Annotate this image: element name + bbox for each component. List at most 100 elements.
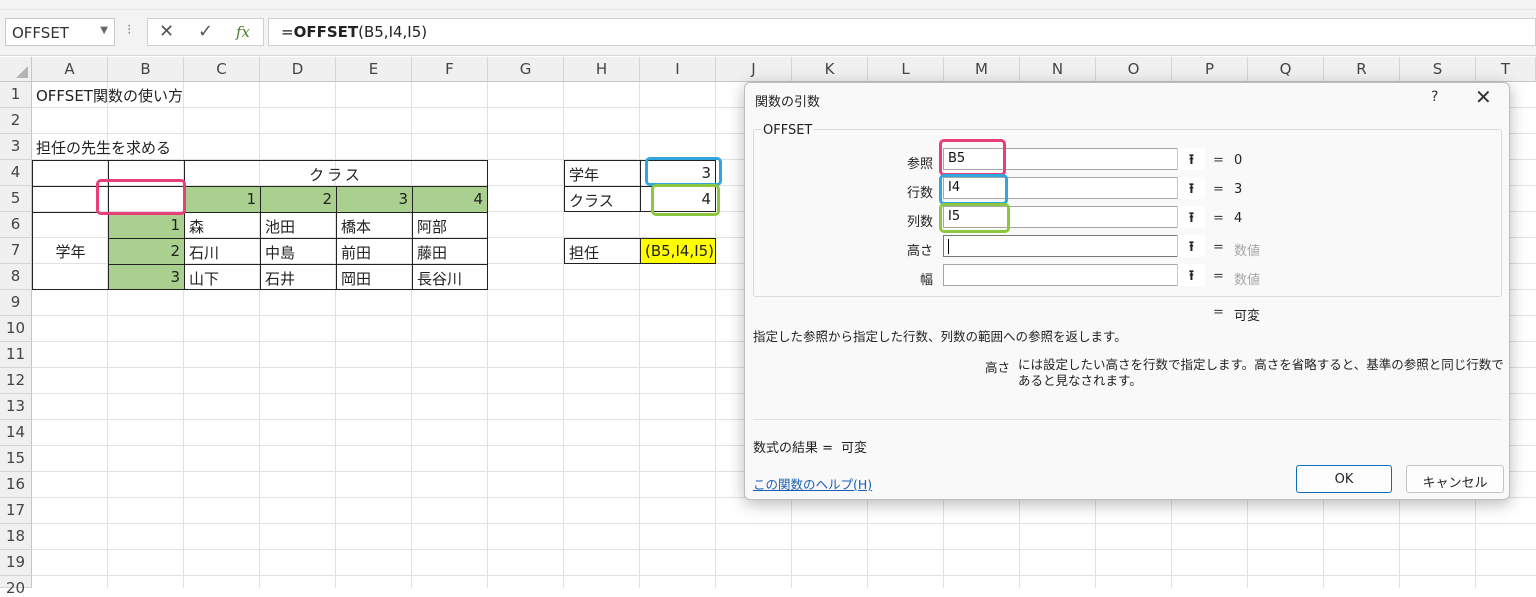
- arg-label-width: 幅: [919, 273, 933, 288]
- cell-h5[interactable]: クラス: [564, 186, 641, 212]
- row-header-8[interactable]: 8: [0, 264, 32, 290]
- function-name: OFFSET: [761, 123, 815, 138]
- cell-e7[interactable]: 前田: [336, 238, 413, 265]
- dialog-title: 関数の引数: [755, 95, 821, 110]
- row-header-18[interactable]: 18: [0, 524, 32, 550]
- cell-a6-grade[interactable]: 学年: [32, 212, 109, 290]
- collapse-dialog-icon[interactable]: ⭱: [1177, 264, 1205, 286]
- highlight-arg-cols: [939, 203, 1010, 233]
- insert-function-icon[interactable]: fx: [236, 23, 250, 41]
- collapse-dialog-icon[interactable]: ⭱: [1177, 235, 1205, 257]
- row-header-2[interactable]: 2: [0, 108, 32, 134]
- col-header-r[interactable]: R: [1324, 57, 1400, 82]
- col-header-b[interactable]: B: [108, 57, 184, 82]
- collapse-dialog-icon[interactable]: ⭱: [1177, 148, 1205, 170]
- ok-button[interactable]: OK: [1296, 465, 1392, 493]
- col-header-j[interactable]: J: [716, 57, 792, 82]
- row-header-19[interactable]: 19: [0, 550, 32, 576]
- row-header-11[interactable]: 11: [0, 342, 32, 368]
- close-icon[interactable]: ✕: [1475, 85, 1492, 109]
- col-header-d[interactable]: D: [260, 57, 336, 82]
- col-header-l[interactable]: L: [868, 57, 944, 82]
- col-header-h[interactable]: H: [564, 57, 640, 82]
- row-header-16[interactable]: 16: [0, 472, 32, 498]
- cell-b6[interactable]: 1: [108, 212, 185, 239]
- cell-i7-active[interactable]: (B5,I4,I5): [640, 238, 716, 264]
- row-header-13[interactable]: 13: [0, 394, 32, 420]
- row-header-20[interactable]: 20: [0, 576, 32, 597]
- arg-input-height[interactable]: [943, 235, 1205, 257]
- cell-e6[interactable]: 橋本: [336, 212, 413, 239]
- enter-icon[interactable]: ✓: [198, 21, 213, 42]
- arg-label-height: 高さ: [906, 244, 933, 259]
- cell-e8[interactable]: 岡田: [336, 264, 413, 290]
- col-header-p[interactable]: P: [1172, 57, 1248, 82]
- arg-eq-width: =: [1213, 269, 1224, 284]
- cell-f8[interactable]: 長谷川: [412, 264, 488, 290]
- help-icon[interactable]: ?: [1431, 89, 1438, 105]
- col-header-i[interactable]: I: [640, 57, 716, 82]
- col-header-c[interactable]: C: [184, 57, 260, 82]
- col-header-m[interactable]: M: [944, 57, 1020, 82]
- cell-f7[interactable]: 藤田: [412, 238, 488, 265]
- row-header-10[interactable]: 10: [0, 316, 32, 342]
- row-header-9[interactable]: 9: [0, 290, 32, 316]
- function-help-link[interactable]: この関数のヘルプ(H): [753, 474, 872, 493]
- cell-b7[interactable]: 2: [108, 238, 185, 265]
- col-header-o[interactable]: O: [1096, 57, 1172, 82]
- cell-d7[interactable]: 中島: [260, 238, 337, 265]
- row-header-17[interactable]: 17: [0, 498, 32, 524]
- row-header-12[interactable]: 12: [0, 368, 32, 394]
- row-header-14[interactable]: 14: [0, 420, 32, 446]
- cell-h7[interactable]: 担任: [564, 238, 641, 264]
- arg-input-width[interactable]: [943, 264, 1205, 286]
- argument-description-name: 高さ: [985, 360, 1011, 375]
- col-header-q[interactable]: Q: [1248, 57, 1324, 82]
- argument-description-text: には設定したい高さを行数で指定します。高さを省略すると、基準の参照と同じ行数であ…: [1018, 357, 1504, 388]
- highlight-b5: [96, 179, 186, 215]
- row-header-4[interactable]: 4: [0, 160, 32, 186]
- col-header-t[interactable]: T: [1476, 57, 1536, 82]
- cell-e5[interactable]: 3: [336, 186, 413, 213]
- col-header-n[interactable]: N: [1020, 57, 1096, 82]
- collapse-dialog-icon[interactable]: ⭱: [1177, 177, 1205, 199]
- row-header-3[interactable]: 3: [0, 134, 32, 160]
- cell-f6[interactable]: 阿部: [412, 212, 488, 239]
- cancel-button[interactable]: キャンセル: [1406, 465, 1504, 493]
- cell-c8[interactable]: 山下: [184, 264, 261, 290]
- row-header-15[interactable]: 15: [0, 446, 32, 472]
- cell-c6[interactable]: 森: [184, 212, 261, 239]
- row-header-5[interactable]: 5: [0, 186, 32, 212]
- cell-d5[interactable]: 2: [260, 186, 337, 213]
- cell-a3[interactable]: 担任の先生を求める: [32, 134, 332, 160]
- row-header-7[interactable]: 7: [0, 238, 32, 264]
- col-header-e[interactable]: E: [336, 57, 412, 82]
- cell-c7[interactable]: 石川: [184, 238, 261, 265]
- formula-input[interactable]: =OFFSET(B5,I4,I5): [268, 18, 1536, 46]
- arg-result-width: 数値: [1234, 273, 1261, 288]
- chevron-down-icon[interactable]: ▼: [100, 25, 108, 36]
- ribbon-edge: [0, 0, 1536, 10]
- cell-c4-class-header[interactable]: クラス: [184, 160, 488, 187]
- cell-d8[interactable]: 石井: [260, 264, 337, 290]
- cell-a1[interactable]: OFFSET関数の使い方: [32, 82, 332, 108]
- cell-f5[interactable]: 4: [412, 186, 488, 213]
- row-header-1[interactable]: 1: [0, 82, 32, 108]
- arg-eq-rows: =: [1213, 182, 1224, 197]
- cell-d6[interactable]: 池田: [260, 212, 337, 239]
- col-header-s[interactable]: S: [1400, 57, 1476, 82]
- cell-c5[interactable]: 1: [184, 186, 261, 213]
- row-header-6[interactable]: 6: [0, 212, 32, 238]
- cell-b8[interactable]: 3: [108, 264, 185, 290]
- collapse-dialog-icon[interactable]: ⭱: [1177, 206, 1205, 228]
- col-header-k[interactable]: K: [792, 57, 868, 82]
- col-header-f[interactable]: F: [412, 57, 488, 82]
- cancel-icon[interactable]: ✕: [159, 21, 174, 42]
- more-icon[interactable]: ⁝: [127, 22, 131, 38]
- cell-h4[interactable]: 学年: [564, 160, 641, 187]
- arg-eq-height: =: [1213, 240, 1224, 255]
- col-header-g[interactable]: G: [488, 57, 564, 82]
- name-box[interactable]: OFFSET ▼: [5, 18, 115, 46]
- col-header-a[interactable]: A: [32, 57, 108, 82]
- select-all-corner[interactable]: [0, 57, 32, 82]
